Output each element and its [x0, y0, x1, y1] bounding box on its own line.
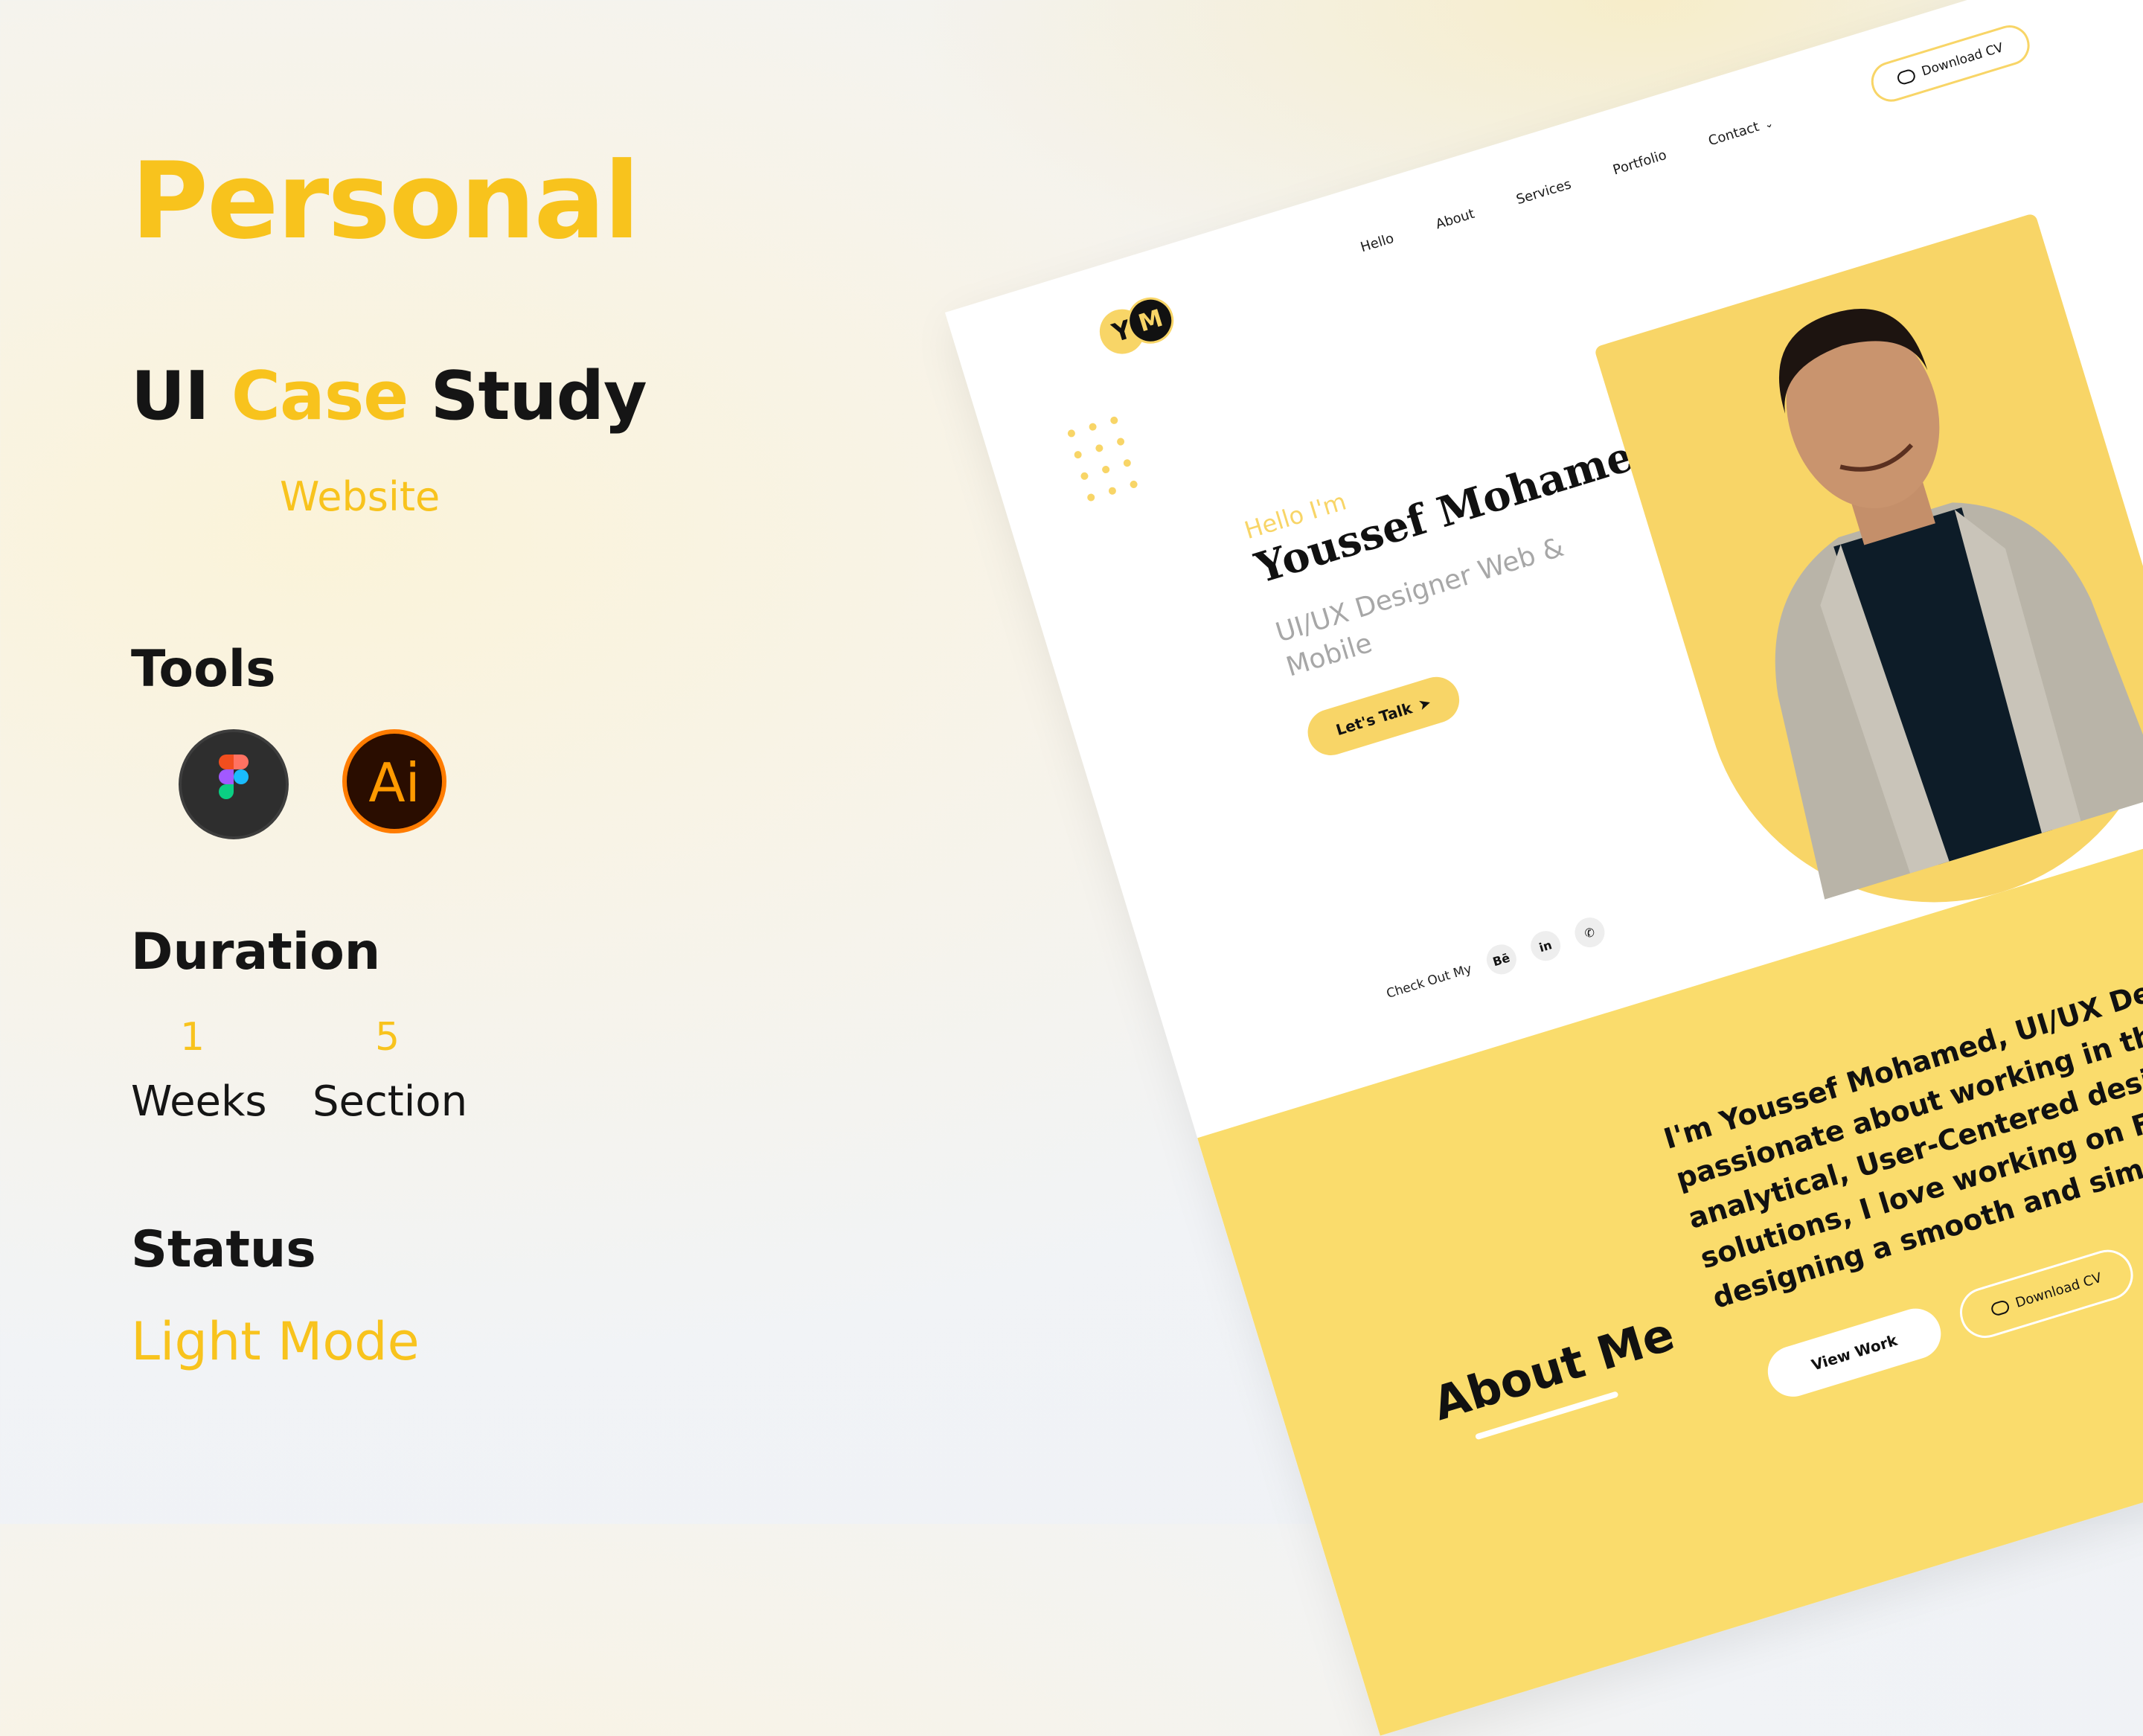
- duration-sections-unit: Section: [313, 1077, 468, 1126]
- case-study-heading: UI Case Study: [131, 357, 647, 435]
- site-logo[interactable]: Y M: [1093, 288, 1193, 361]
- nav-item-contact[interactable]: Contact ⌄: [1706, 115, 1775, 150]
- cloud-download-icon: [1989, 1298, 2011, 1317]
- figma-icon: [179, 729, 289, 839]
- whatsapp-icon[interactable]: ✆: [1571, 914, 1609, 952]
- duration-weeks-unit: Weeks: [131, 1077, 267, 1126]
- nav-item-hello[interactable]: Hello: [1359, 231, 1396, 255]
- send-icon: ➤: [1416, 693, 1434, 714]
- website-mockup: Y M Hello About Services Portfolio Conta…: [945, 0, 2143, 1736]
- download-cv-button[interactable]: Download CV: [1866, 20, 2035, 107]
- duration-weeks-value: 1: [180, 1015, 205, 1060]
- nav-item-services[interactable]: Services: [1514, 176, 1573, 208]
- case-heading-part-case: Case: [231, 357, 409, 435]
- lets-talk-button[interactable]: Let's Talk ➤: [1301, 671, 1465, 761]
- linkedin-icon[interactable]: in: [1526, 927, 1564, 965]
- lets-talk-label: Let's Talk: [1333, 699, 1415, 740]
- case-heading-part-study: Study: [430, 357, 647, 435]
- duration-sections-value: 5: [375, 1015, 400, 1060]
- nav-item-contact-label: Contact: [1706, 118, 1761, 150]
- case-heading-part-ui: UI: [131, 357, 210, 435]
- illustrator-icon-text: Ai: [368, 752, 420, 814]
- behance-icon[interactable]: Bē: [1482, 941, 1520, 978]
- status-label: Status: [131, 1220, 316, 1279]
- nav-item-portfolio[interactable]: Portfolio: [1611, 147, 1668, 179]
- download-cv-label: Download CV: [1920, 40, 2005, 80]
- about-text: I'm Youssef Mohamed, UI/UX Designer, tra…: [1659, 862, 2143, 1316]
- portrait-photo: [1775, 309, 2143, 900]
- view-work-button[interactable]: View Work: [1761, 1302, 1947, 1403]
- social-label: Check Out My: [1384, 961, 1474, 1002]
- about-download-cv-label: Download CV: [2014, 1269, 2104, 1311]
- tools-label: Tools: [131, 640, 276, 699]
- duration-label: Duration: [131, 923, 381, 981]
- illustrator-icon: Ai: [342, 729, 446, 833]
- social-links: Check Out My Bē in ✆: [1383, 914, 1609, 1008]
- chevron-down-icon: ⌄: [1763, 117, 1775, 132]
- cloud-download-icon: [1896, 68, 1918, 86]
- about-download-cv-button[interactable]: Download CV: [1953, 1243, 2139, 1345]
- project-type-subtitle: Website: [280, 473, 441, 520]
- dot-pattern: [1060, 414, 1154, 533]
- status-value: Light Mode: [131, 1311, 420, 1372]
- case-study-info-panel: Personal UI Case Study Website Tools Ai …: [0, 0, 819, 1524]
- nav-item-about[interactable]: About: [1434, 206, 1476, 233]
- page-title: Personal: [131, 140, 640, 263]
